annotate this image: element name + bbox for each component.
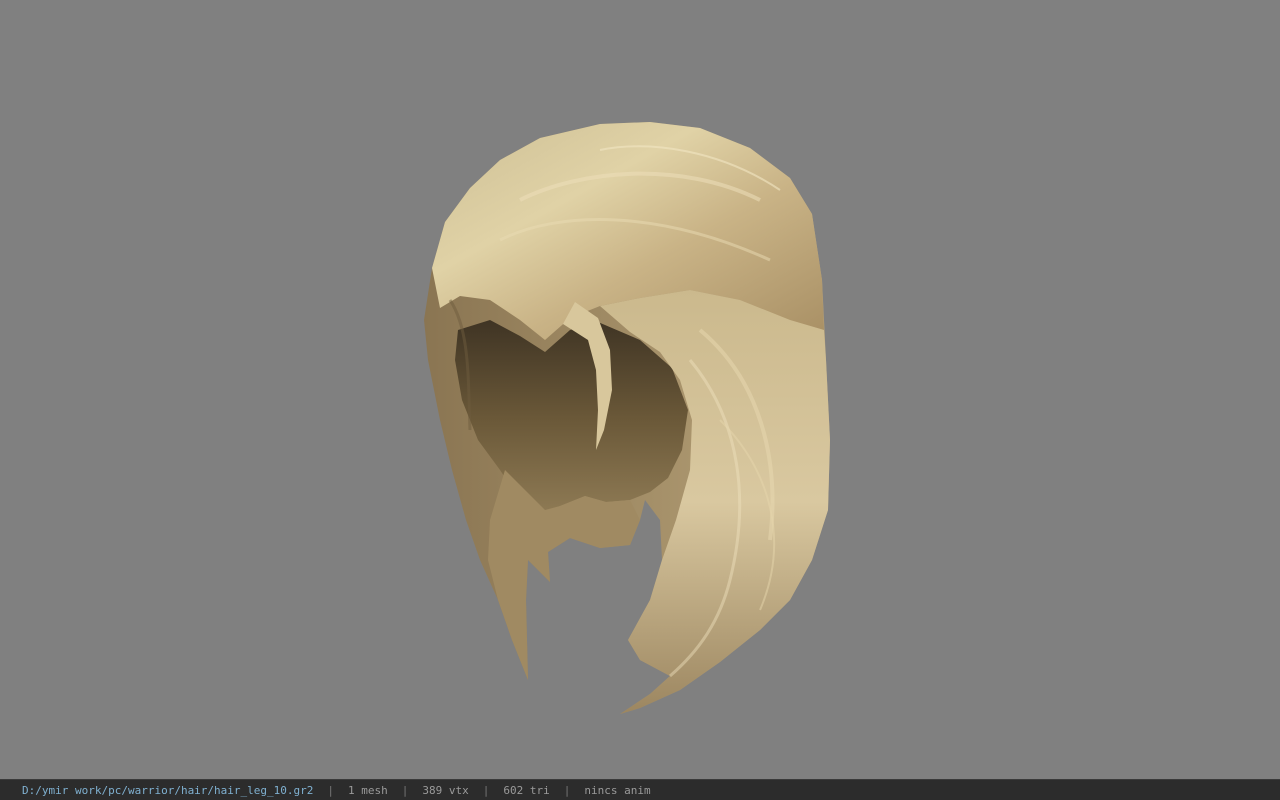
status-bar: D:/ymir work/pc/warrior/hair/hair_leg_10…: [0, 779, 1280, 800]
hair-model: [424, 122, 830, 714]
mesh-count: 1 mesh: [348, 783, 388, 797]
separator: |: [327, 783, 335, 797]
separator: |: [563, 783, 571, 797]
separator: |: [401, 783, 409, 797]
file-path: D:/ymir work/pc/warrior/hair/hair_leg_10…: [22, 783, 314, 797]
separator: |: [482, 783, 490, 797]
vertex-count: 389 vtx: [422, 783, 469, 797]
model-viewer-window: D:/ymir work/pc/warrior/hair/hair_leg_10…: [0, 0, 1280, 800]
triangle-count: 602 tri: [503, 783, 550, 797]
anim-status: nincs anim: [584, 783, 651, 797]
3d-viewport[interactable]: [0, 0, 1280, 779]
